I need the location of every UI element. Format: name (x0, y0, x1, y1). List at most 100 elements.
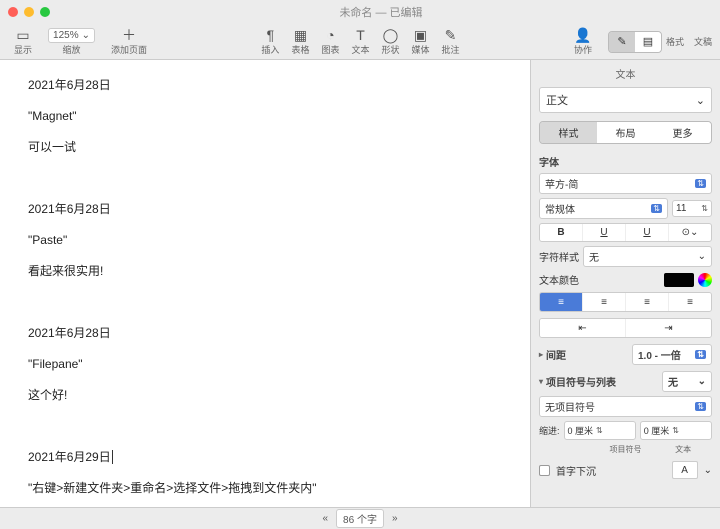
text-button[interactable]: T文本 (345, 27, 375, 56)
collab-button[interactable]: 👤协作 (568, 27, 598, 56)
maximize-icon[interactable] (40, 7, 50, 17)
doc-line: 2021年6月29日 (28, 448, 502, 466)
shape-icon: ◯ (383, 27, 399, 43)
dropcap-row: 首字下沉 A ⌄ (539, 461, 712, 479)
more-format-button[interactable]: ⊙⌄ (669, 224, 711, 241)
page-nav-icon[interactable]: » (392, 513, 398, 524)
comment-button[interactable]: ✎批注 (436, 27, 466, 56)
align-justify-button[interactable]: ≡ (669, 293, 711, 311)
document-tab[interactable]: ▤ (635, 32, 661, 52)
chevron-down-icon: ⌄ (696, 94, 705, 107)
font-family-select[interactable]: 苹方-简⇅ (539, 173, 712, 194)
window-controls (8, 7, 50, 17)
format-tab[interactable]: ✎ (609, 32, 635, 52)
updown-icon: ⇅ (695, 179, 706, 188)
add-page-button[interactable]: ＋添加页面 (105, 27, 153, 56)
statusbar: « 86 个字 » (0, 507, 720, 529)
bullet-style-select[interactable]: 无项目符号⇅ (539, 396, 712, 417)
comment-icon: ✎ (445, 27, 457, 43)
doc-line: 2021年6月28日 (28, 324, 502, 342)
indent-button[interactable]: ⇥ (626, 319, 711, 337)
updown-icon: ⇅ (651, 204, 662, 213)
paragraph-style-select[interactable]: 正文 ⌄ (539, 87, 712, 113)
bold-button[interactable]: B (540, 224, 583, 241)
document-canvas[interactable]: 2021年6月28日 "Magnet" 可以一试 2021年6月28日 "Pas… (0, 60, 530, 507)
chevron-down-icon: ⌄ (704, 465, 712, 476)
text-format-row: B U U ⊙⌄ (539, 223, 712, 242)
updown-icon: ⇅ (695, 350, 706, 359)
bullets-select[interactable]: 无⌄ (662, 371, 712, 392)
doc-line: "Paste" (28, 231, 502, 249)
disclosure-icon: ▾ (539, 377, 543, 386)
font-weight-select[interactable]: 常规体⇅ (539, 198, 668, 219)
plus-icon: ＋ (122, 27, 136, 43)
insert-button[interactable]: ¶插入 (255, 27, 285, 56)
text-icon: T (356, 27, 365, 43)
color-swatch[interactable] (664, 273, 694, 287)
word-count[interactable]: 86 个字 (336, 509, 384, 528)
inspector-tabs: 样式 布局 更多 (539, 121, 712, 144)
char-style-select[interactable]: 无⌄ (583, 246, 712, 267)
align-right-button[interactable]: ≡ (626, 293, 669, 311)
align-left-button[interactable]: ≡ (540, 293, 583, 311)
brush-icon: ✎ (617, 35, 626, 48)
media-icon: ▣ (414, 27, 427, 43)
toolbar: ▭显示 125%⌄缩放 ＋添加页面 ¶插入 ▦表格 ◔图表 T文本 ◯形状 ▣媒… (0, 24, 720, 60)
table-icon: ▦ (294, 27, 307, 43)
indent-bullet-input[interactable]: 0 厘米⇅ (564, 421, 636, 440)
font-section-label: 字体 (539, 154, 712, 169)
spacing-section[interactable]: ▸间距 1.0 - 一倍⇅ (539, 344, 712, 365)
titlebar: 未命名 — 已编辑 (0, 0, 720, 24)
format-inspector: 文本 正文 ⌄ 样式 布局 更多 字体 苹方-简⇅ 常规体⇅ 11⇅ B U U… (530, 60, 720, 507)
table-button[interactable]: ▦表格 (285, 27, 315, 56)
doc-line: "Filepane" (28, 355, 502, 373)
doc-line: 2021年6月28日 (28, 76, 502, 94)
indent-text-input[interactable]: 0 厘米⇅ (640, 421, 712, 440)
close-icon[interactable] (8, 7, 18, 17)
dropcap-checkbox[interactable] (539, 465, 550, 476)
tab-style[interactable]: 样式 (540, 122, 597, 143)
media-button[interactable]: ▣媒体 (406, 27, 436, 56)
chevron-down-icon: ⌄ (698, 376, 706, 387)
collab-icon: 👤 (574, 27, 591, 43)
inspector-title: 文本 (539, 66, 712, 81)
dropcap-preview[interactable]: A (672, 461, 698, 479)
sidebar-icon: ▭ (16, 27, 29, 43)
view-button[interactable]: ▭显示 (8, 27, 38, 56)
spacing-select[interactable]: 1.0 - 一倍⇅ (632, 344, 712, 365)
doc-line: "右键>新建文件夹>重命名>选择文件>拖拽到文件夹内" (28, 479, 502, 497)
disclosure-icon: ▸ (539, 350, 543, 359)
minimize-icon[interactable] (24, 7, 34, 17)
italic-button[interactable]: U (583, 224, 626, 241)
color-wheel-icon[interactable] (698, 273, 712, 287)
indent-group: ⇤ ⇥ (539, 318, 712, 338)
chevron-down-icon: ⌄ (698, 251, 706, 262)
text-color-label: 文本颜色 (539, 272, 579, 287)
inspector-toggle[interactable]: ✎ ▤ (608, 31, 662, 53)
page-nav-icon[interactable]: « (322, 513, 328, 524)
chart-icon: ◔ (326, 27, 334, 43)
strike-button[interactable]: U (626, 224, 669, 241)
window-title: 未命名 — 已编辑 (50, 4, 712, 20)
doc-line (28, 417, 502, 435)
document-icon: ▤ (643, 35, 653, 48)
stepper-icon: ⇅ (701, 204, 708, 213)
font-size-input[interactable]: 11⇅ (672, 200, 712, 217)
char-style-label: 字符样式 (539, 249, 579, 264)
align-center-button[interactable]: ≡ (583, 293, 626, 311)
updown-icon: ⇅ (695, 402, 706, 411)
tab-layout[interactable]: 布局 (597, 122, 654, 143)
bullets-section[interactable]: ▾项目符号与列表 无⌄ (539, 371, 712, 392)
shape-button[interactable]: ◯形状 (375, 27, 405, 56)
doc-line: "Magnet" (28, 107, 502, 125)
insert-icon: ¶ (267, 27, 275, 43)
doc-line: 这个好! (28, 386, 502, 404)
zoom-control[interactable]: 125%⌄缩放 (38, 28, 105, 56)
stepper-icon: ⇅ (596, 426, 603, 435)
chart-button[interactable]: ◔图表 (315, 27, 345, 56)
alignment-group: ≡ ≡ ≡ ≡ (539, 292, 712, 312)
stepper-icon: ⇅ (672, 426, 679, 435)
tab-more[interactable]: 更多 (654, 122, 711, 143)
outdent-button[interactable]: ⇤ (540, 319, 626, 337)
doc-line (28, 293, 502, 311)
